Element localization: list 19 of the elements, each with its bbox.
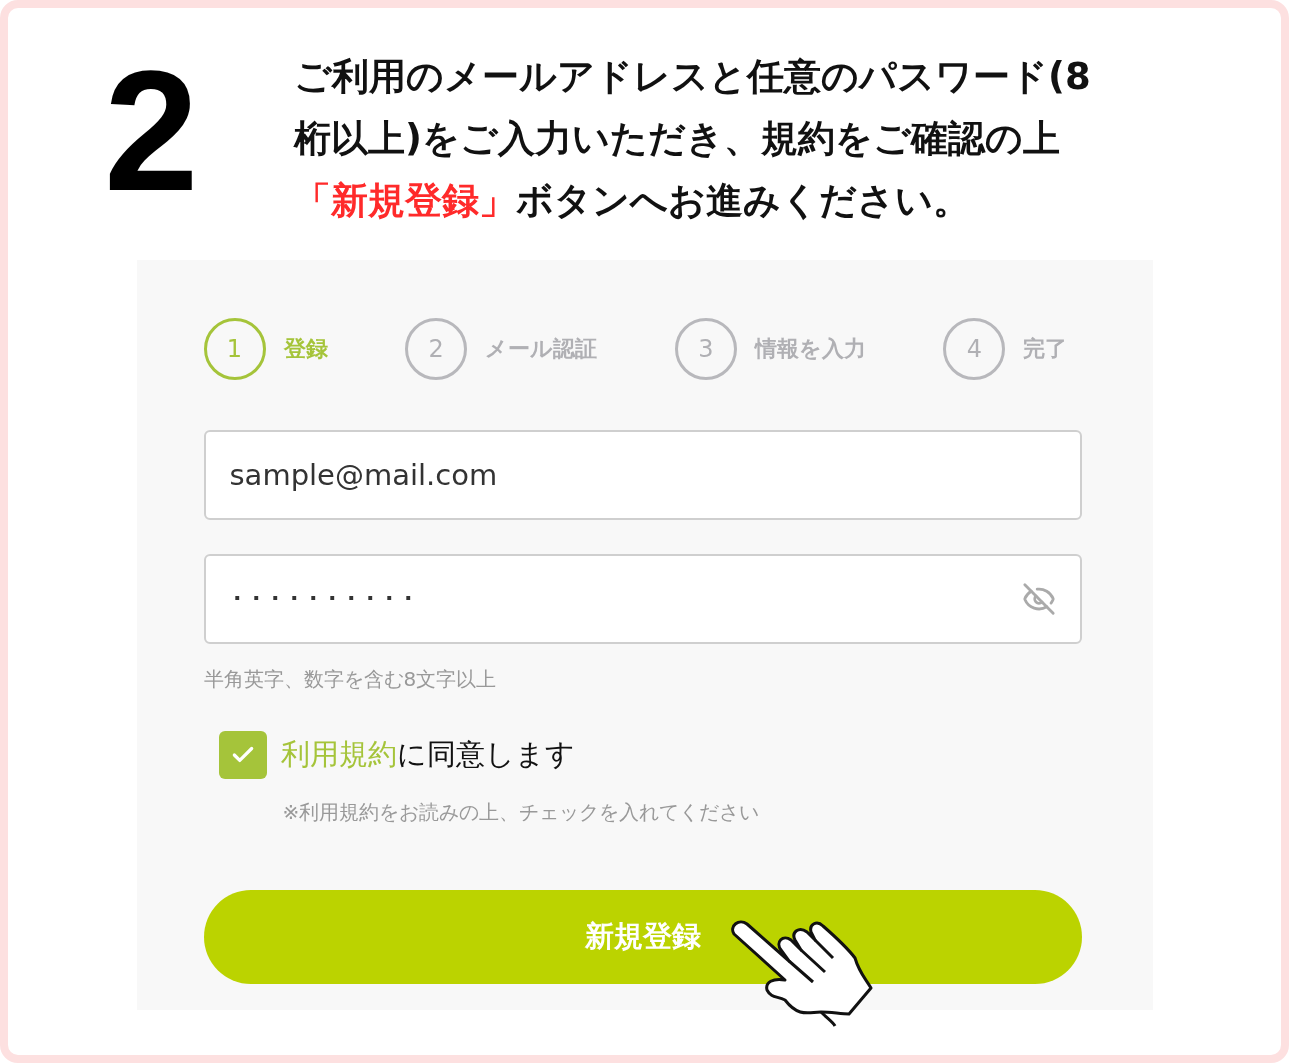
step-circle: 4 bbox=[943, 318, 1006, 380]
email-field[interactable]: sample@mail.com bbox=[203, 430, 1082, 520]
instruction-text: ご利用のメールアドレスと任意のパスワード(8 bbox=[294, 54, 1091, 100]
step-number: 2 bbox=[104, 46, 200, 228]
terms-label: 利用規約に同意します bbox=[280, 736, 575, 773]
step-label: 情報を入力 bbox=[754, 335, 866, 363]
terms-checkbox[interactable] bbox=[218, 731, 267, 779]
step-circle: 3 bbox=[674, 318, 737, 380]
password-field[interactable]: ･･････････ bbox=[203, 554, 1082, 644]
instruction-text: 「新規登録」ボタンへお進みください。 bbox=[294, 178, 971, 224]
step-circle: 1 bbox=[203, 318, 266, 380]
step-label: 登録 bbox=[283, 335, 328, 363]
terms-note: ※利用規約をお読みの上、チェックを入れてください bbox=[282, 799, 761, 826]
hide-password-icon[interactable] bbox=[1021, 582, 1056, 616]
password-hint: 半角英字、数字を含む8文字以上 bbox=[203, 666, 498, 693]
step-circle: 2 bbox=[405, 318, 468, 380]
step-label: メール認証 bbox=[485, 335, 598, 363]
step-label: 完了 bbox=[1023, 335, 1068, 363]
instruction-text: 桁以上)をご入力いただき、規約をご確認の上 bbox=[294, 116, 1061, 162]
